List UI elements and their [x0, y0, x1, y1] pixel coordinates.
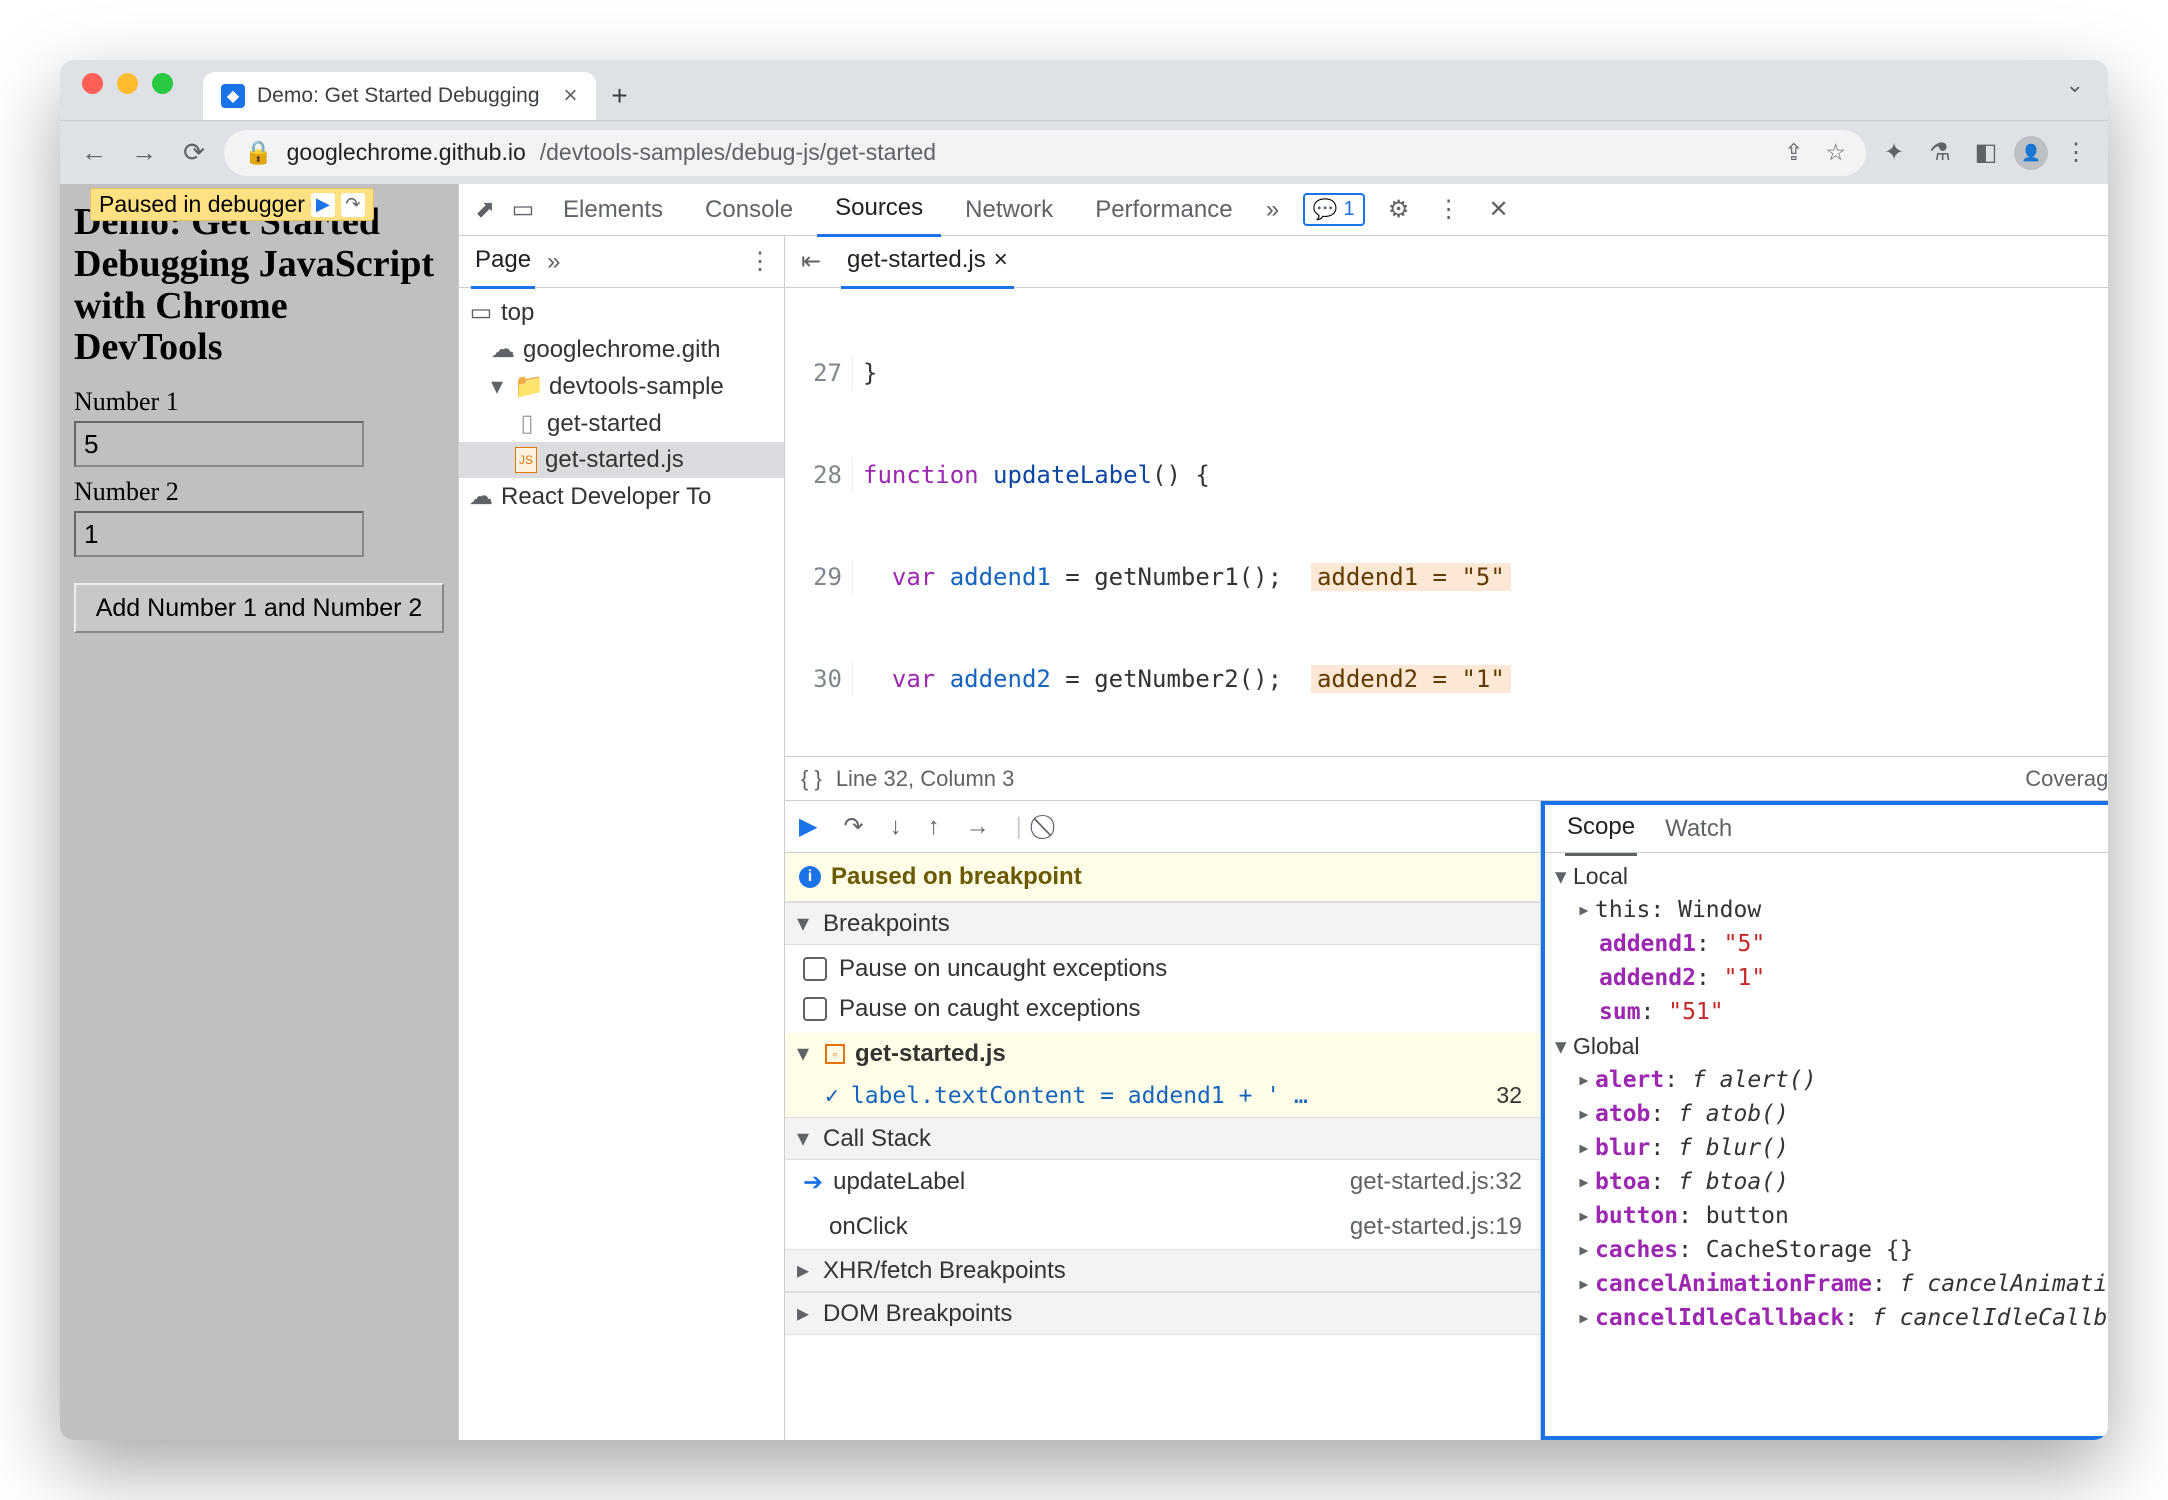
- tree-folder[interactable]: ▾📁devtools-sample: [459, 368, 784, 405]
- pause-uncaught-toggle[interactable]: Pause on uncaught exceptions: [785, 949, 1540, 989]
- nav-tab-more-icon[interactable]: »: [547, 248, 560, 276]
- resume-button[interactable]: ▶: [799, 812, 817, 841]
- extensions-icon[interactable]: ✦: [1876, 135, 1912, 171]
- panel-performance[interactable]: Performance: [1077, 184, 1250, 236]
- tree-js[interactable]: JSget-started.js: [459, 442, 784, 478]
- editor-tab[interactable]: get-started.js×: [841, 236, 1014, 289]
- paused-overlay-text: Paused in debugger: [99, 191, 305, 218]
- paused-overlay: Paused in debugger ▶ ↷: [90, 188, 374, 221]
- code-editor[interactable]: 27} 28function updateLabel() { 29 var ad…: [785, 288, 2108, 756]
- step-button[interactable]: →: [966, 813, 990, 841]
- devtools-menu-icon[interactable]: ⋮: [1433, 194, 1465, 226]
- toggle-nav-icon[interactable]: ⇤: [795, 246, 827, 278]
- bookmark-icon[interactable]: ☆: [1825, 139, 1846, 166]
- watch-tab[interactable]: Watch: [1665, 815, 1732, 843]
- settings-icon[interactable]: ⚙: [1383, 194, 1415, 226]
- sidepanel-icon[interactable]: ◧: [1968, 135, 2004, 171]
- new-tab-button[interactable]: +: [596, 72, 644, 120]
- browser-tab[interactable]: ◆ Demo: Get Started Debugging ×: [203, 72, 596, 120]
- page-title: Demo: Get Started Debugging JavaScript w…: [74, 202, 444, 369]
- overlay-step-icon[interactable]: ↷: [341, 193, 365, 217]
- labs-icon[interactable]: ⚗: [1922, 135, 1958, 171]
- xhr-bp-header[interactable]: ▸XHR/fetch Breakpoints: [785, 1249, 1540, 1292]
- nav-menu-icon[interactable]: ⋮: [748, 247, 772, 276]
- step-over-button[interactable]: ↷: [843, 812, 863, 841]
- reload-button[interactable]: ⟳: [174, 133, 214, 173]
- inspect-icon[interactable]: ⬈: [469, 194, 501, 226]
- device-icon[interactable]: ▭: [507, 194, 539, 226]
- panel-elements[interactable]: Elements: [545, 184, 681, 236]
- overlay-resume-icon[interactable]: ▶: [311, 193, 335, 217]
- breakpoints-header[interactable]: ▾Breakpoints: [785, 902, 1540, 945]
- panel-network[interactable]: Network: [947, 184, 1071, 236]
- address-bar[interactable]: 🔒 googlechrome.github.io/devtools-sample…: [224, 130, 1866, 176]
- favicon-icon: ◆: [221, 84, 245, 108]
- url-host: googlechrome.github.io: [287, 139, 526, 166]
- num2-label: Number 2: [74, 477, 444, 507]
- chrome-menu-icon[interactable]: ⋮: [2058, 135, 2094, 171]
- editor-tab-close-icon[interactable]: ×: [994, 246, 1008, 274]
- profile-avatar[interactable]: 👤: [2014, 136, 2048, 170]
- add-button[interactable]: Add Number 1 and Number 2: [74, 583, 444, 633]
- paused-message: iPaused on breakpoint: [785, 853, 1540, 902]
- stack-frame-0[interactable]: updateLabelget-started.js:32: [785, 1160, 1540, 1205]
- scope-tab[interactable]: Scope: [1565, 801, 1637, 856]
- step-out-button[interactable]: ↑: [928, 813, 940, 841]
- tree-host[interactable]: ☁googlechrome.gith: [459, 331, 784, 368]
- url-path: /devtools-samples/debug-js/get-started: [540, 139, 936, 166]
- scope-panel: ▾Local ▸this: Window addend1: "5" addend…: [1545, 853, 2108, 1341]
- file-tree: ▭top ☁googlechrome.gith ▾📁devtools-sampl…: [459, 288, 784, 521]
- num2-input[interactable]: [74, 511, 364, 557]
- pause-caught-toggle[interactable]: Pause on caught exceptions: [785, 989, 1540, 1029]
- tabs-menu-icon[interactable]: ⌄: [2066, 72, 2108, 108]
- tree-html[interactable]: ▯get-started: [459, 405, 784, 442]
- lock-icon: 🔒: [244, 139, 273, 166]
- num1-input[interactable]: [74, 421, 364, 467]
- share-icon[interactable]: ⇪: [1784, 139, 1803, 166]
- rendered-page: Paused in debugger ▶ ↷ Demo: Get Started…: [60, 184, 458, 1440]
- tab-title: Demo: Get Started Debugging: [257, 84, 540, 108]
- bp-line-row[interactable]: ✓label.textContent = addend1 + ' …32: [785, 1074, 1540, 1117]
- window-zoom[interactable]: [152, 73, 173, 94]
- coverage-info: Coverage: n/a: [2025, 766, 2108, 792]
- panel-sources[interactable]: Sources: [817, 184, 941, 237]
- nav-tab-page[interactable]: Page: [471, 236, 535, 289]
- stack-frame-1[interactable]: onClickget-started.js:19: [785, 1205, 1540, 1249]
- back-button[interactable]: ←: [74, 133, 114, 173]
- callstack-header[interactable]: ▾Call Stack: [785, 1117, 1540, 1160]
- devtools-close-icon[interactable]: ✕: [1483, 194, 1515, 226]
- window-minimize[interactable]: [117, 73, 138, 94]
- tree-top[interactable]: ▭top: [459, 294, 784, 331]
- panel-console[interactable]: Console: [687, 184, 811, 236]
- window-close[interactable]: [82, 73, 103, 94]
- pretty-print-icon[interactable]: { }: [801, 766, 822, 792]
- num1-label: Number 1: [74, 387, 444, 417]
- forward-button[interactable]: →: [124, 133, 164, 173]
- issues-badge[interactable]: 💬 1: [1303, 193, 1365, 226]
- step-into-button[interactable]: ↓: [890, 813, 902, 841]
- tree-ext[interactable]: ☁React Developer To: [459, 478, 784, 515]
- panel-overflow-icon[interactable]: »: [1257, 194, 1289, 226]
- cursor-position: Line 32, Column 3: [836, 766, 1015, 792]
- tab-close-icon[interactable]: ×: [564, 82, 578, 110]
- dom-bp-header[interactable]: ▸DOM Breakpoints: [785, 1292, 1540, 1335]
- bp-file-row[interactable]: ▾◦get-started.js: [785, 1033, 1540, 1074]
